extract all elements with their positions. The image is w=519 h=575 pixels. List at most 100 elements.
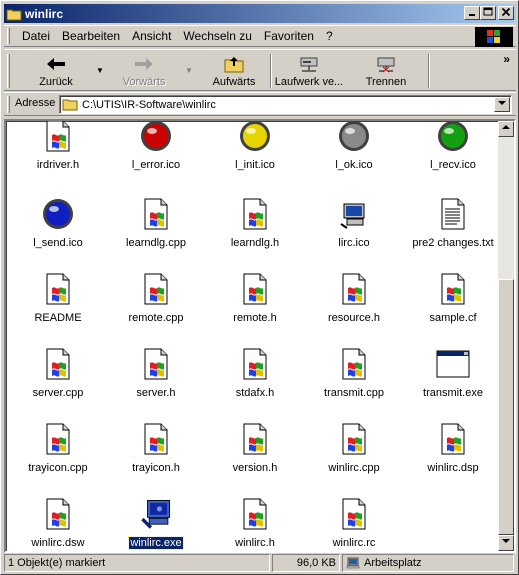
menu-help[interactable]: ? — [320, 29, 339, 43]
file-item[interactable]: winlirc.h — [205, 497, 305, 551]
file-item[interactable]: remote.h — [205, 272, 305, 342]
file-view[interactable]: irdriver.h l_error.ico l_init.ico l_ok.ico l… — [4, 119, 516, 553]
file-item[interactable]: winlirc.dsw — [8, 497, 108, 551]
menu-datei[interactable]: Datei — [16, 29, 56, 43]
forward-button[interactable]: Vorwärts — [114, 52, 174, 90]
status-size: 96,0 KB — [272, 554, 340, 572]
back-dropdown-arrow[interactable]: ▼ — [96, 66, 104, 75]
cpp-source-icon — [41, 422, 75, 456]
cpp-source-icon — [436, 422, 470, 456]
file-name: l_ok.ico — [335, 159, 373, 171]
file-item[interactable]: winlirc.rc — [304, 497, 404, 551]
scroll-thumb[interactable] — [498, 279, 514, 535]
minimize-button[interactable] — [464, 6, 480, 20]
file-item[interactable]: l_recv.ico — [403, 121, 503, 189]
cpp-source-icon — [238, 272, 272, 306]
menu-grip[interactable] — [7, 28, 10, 44]
file-item[interactable]: lirc.ico — [304, 197, 404, 267]
cpp-source-icon — [238, 197, 272, 231]
file-item[interactable]: l_error.ico — [106, 121, 206, 189]
maximize-button[interactable] — [480, 6, 496, 20]
vertical-scrollbar[interactable] — [498, 121, 514, 551]
file-item[interactable]: l_init.ico — [205, 121, 305, 189]
menu-ansicht[interactable]: Ansicht — [126, 29, 177, 43]
file-item[interactable]: stdafx.h — [205, 347, 305, 417]
file-item[interactable]: trayicon.h — [106, 422, 206, 492]
file-name: pre2 changes.txt — [412, 237, 494, 249]
file-name: winlirc.dsp — [427, 462, 479, 474]
winlirc-app-icon — [139, 497, 173, 531]
standard-toolbar: Zurück ▼ Vorwärts ▼ Aufwärts Laufwerk ve… — [4, 49, 516, 91]
file-item[interactable]: server.h — [106, 347, 206, 417]
address-input[interactable]: C:\UTIS\IR-Software\winlirc — [59, 95, 512, 114]
cpp-source-icon — [337, 272, 371, 306]
disconnect-drive-icon — [377, 57, 395, 73]
close-icon — [501, 7, 511, 17]
scroll-down-button[interactable] — [498, 535, 514, 551]
address-label: Adresse — [15, 97, 56, 109]
forward-dropdown-arrow[interactable]: ▼ — [185, 66, 193, 75]
file-name: resource.h — [328, 312, 380, 324]
file-item[interactable]: version.h — [205, 422, 305, 492]
text-file-icon — [436, 197, 470, 231]
explorer-window: winlirc Datei Bearbeiten Ansicht Wechsel… — [0, 0, 519, 575]
title-bar[interactable]: winlirc — [4, 4, 516, 23]
file-name: learndlg.cpp — [126, 237, 186, 249]
back-button[interactable]: Zurück — [28, 52, 84, 90]
disconnect-button[interactable]: Trennen — [358, 52, 414, 90]
file-item[interactable]: sample.cf — [403, 272, 503, 342]
computer-icon — [337, 197, 371, 231]
address-path: C:\UTIS\IR-Software\winlirc — [82, 98, 216, 111]
menu-favoriten[interactable]: Favoriten — [258, 29, 320, 43]
up-button[interactable]: Aufwärts — [204, 52, 264, 90]
file-item[interactable]: pre2 changes.txt — [403, 197, 503, 267]
toolbar-separator — [428, 54, 430, 88]
file-name: remote.cpp — [128, 312, 184, 324]
file-item[interactable]: learndlg.cpp — [106, 197, 206, 267]
minimize-icon — [469, 14, 475, 16]
network-drive-icon — [300, 57, 318, 72]
back-arrow-icon — [47, 58, 65, 70]
file-item[interactable]: winlirc.dsp — [403, 422, 503, 492]
toolbar-overflow-chevron[interactable]: » — [503, 52, 510, 66]
file-name: l_send.ico — [33, 237, 83, 249]
cpp-source-icon — [41, 121, 75, 153]
forward-arrow-icon — [135, 58, 153, 70]
cpp-source-icon — [436, 272, 470, 306]
windows-logo — [475, 27, 513, 47]
file-item[interactable]: l_ok.ico — [304, 121, 404, 189]
toolbar-grip[interactable] — [7, 54, 10, 88]
file-item[interactable]: winlirc.exe — [106, 497, 206, 551]
file-name: winlirc.exe — [128, 536, 184, 550]
cpp-source-icon — [139, 347, 173, 381]
menu-wechseln-zu[interactable]: Wechseln zu — [177, 29, 257, 43]
file-item[interactable]: winlirc.cpp — [304, 422, 404, 492]
address-grip[interactable] — [7, 96, 10, 113]
file-item[interactable]: trayicon.cpp — [8, 422, 108, 492]
file-name: lirc.ico — [338, 237, 370, 249]
map-drive-button[interactable]: Laufwerk ve... — [274, 52, 344, 90]
file-name: README — [34, 312, 82, 324]
file-item[interactable]: remote.cpp — [106, 272, 206, 342]
file-name: winlirc.dsw — [31, 537, 85, 549]
folder-up-icon — [224, 57, 244, 73]
file-name: l_error.ico — [131, 159, 181, 171]
file-item[interactable]: resource.h — [304, 272, 404, 342]
file-item[interactable]: l_send.ico — [8, 197, 108, 267]
folder-icon — [62, 99, 78, 111]
file-item[interactable]: transmit.cpp — [304, 347, 404, 417]
file-item[interactable]: irdriver.h — [8, 121, 108, 189]
file-item[interactable]: server.cpp — [8, 347, 108, 417]
file-item[interactable]: learndlg.h — [205, 197, 305, 267]
scroll-up-button[interactable] — [498, 121, 514, 137]
cpp-source-icon — [139, 422, 173, 456]
menu-bar: Datei Bearbeiten Ansicht Wechseln zu Fav… — [4, 25, 516, 47]
file-item[interactable]: README — [8, 272, 108, 342]
cpp-source-icon — [139, 272, 173, 306]
cpp-source-icon — [139, 197, 173, 231]
file-item[interactable]: transmit.exe — [403, 347, 503, 417]
address-dropdown-button[interactable] — [494, 97, 510, 112]
menu-bearbeiten[interactable]: Bearbeiten — [56, 29, 126, 43]
close-button[interactable] — [498, 6, 514, 20]
cpp-source-icon — [41, 347, 75, 381]
